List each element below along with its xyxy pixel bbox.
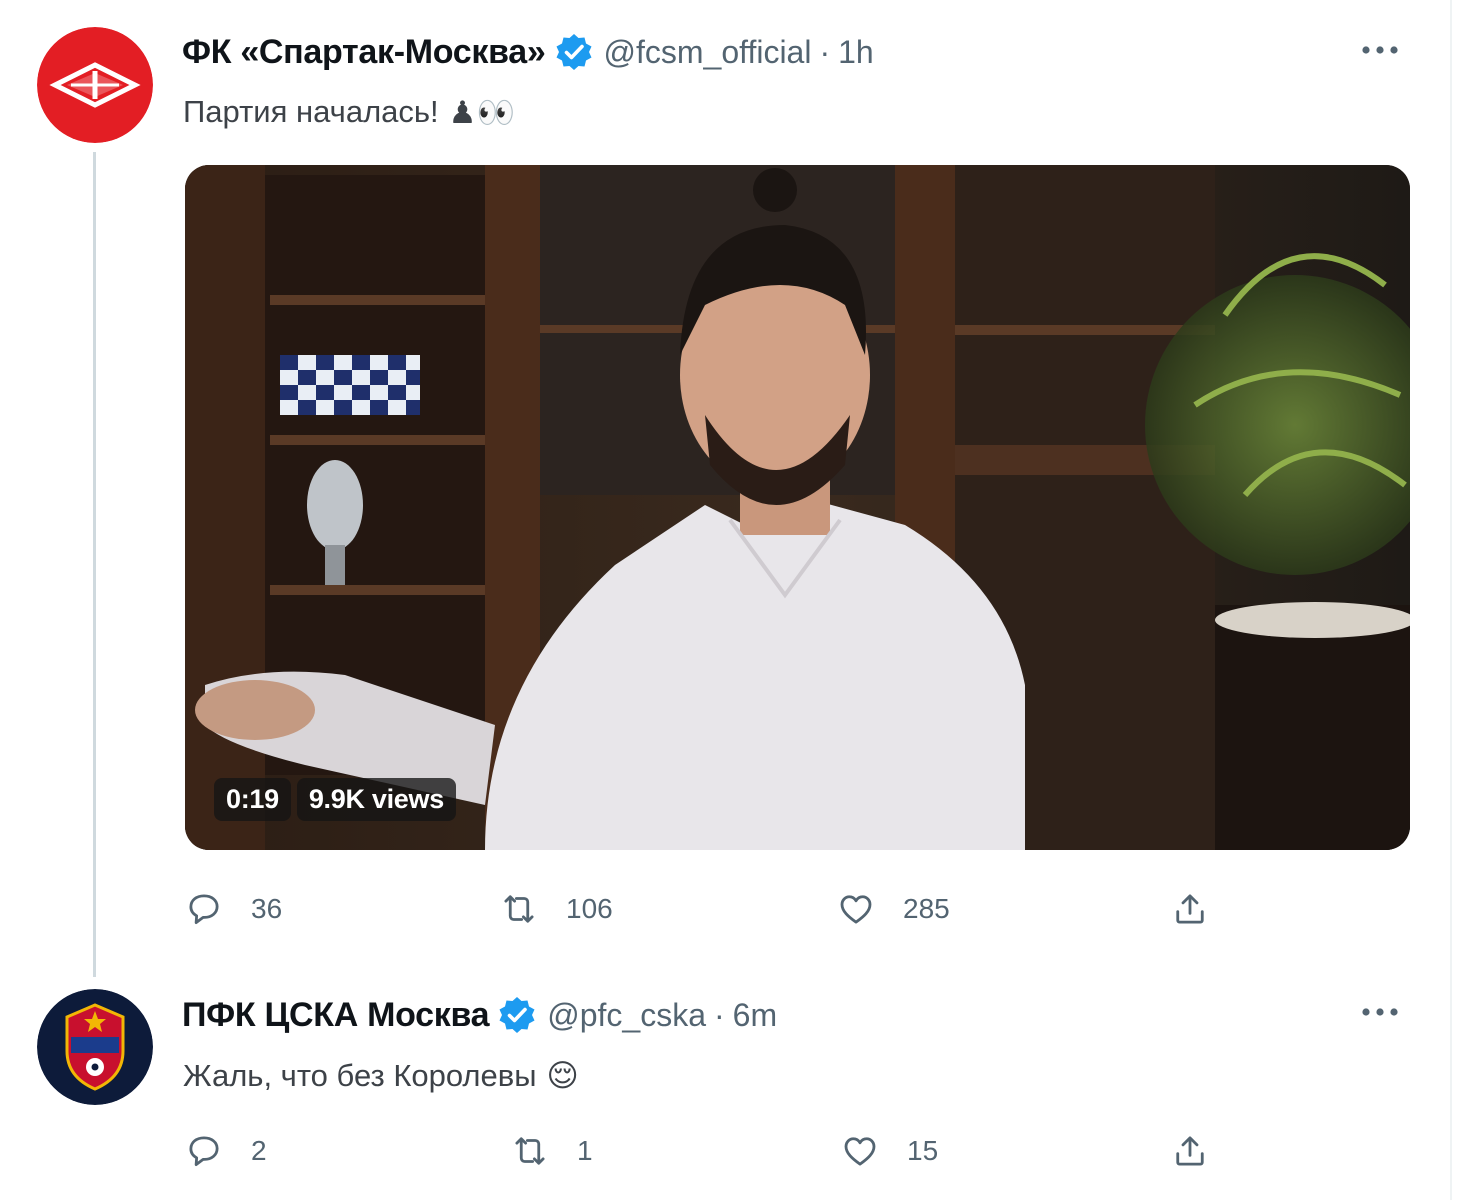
more-options-button[interactable] — [1358, 28, 1402, 72]
tweet-text-content: Жаль, что без Королевы — [183, 1058, 537, 1093]
video-views: 9.9K views — [296, 777, 456, 821]
reply-icon — [189, 1136, 219, 1167]
share-button[interactable] — [1169, 1126, 1211, 1176]
more-icon — [1362, 46, 1398, 54]
like-button[interactable]: 15 — [839, 1126, 938, 1176]
display-name[interactable]: ФК «Спартак-Москва» — [182, 33, 546, 72]
separator-dot: · — [819, 33, 831, 70]
retweet-icon — [515, 1137, 545, 1165]
tweet-text-content: Партия началась! — [183, 94, 439, 129]
more-icon — [1362, 1008, 1398, 1016]
retweet-button[interactable]: 106 — [498, 884, 613, 934]
reply-icon — [189, 894, 219, 925]
share-icon — [1176, 894, 1204, 924]
reply-count: 2 — [251, 1135, 267, 1166]
avatar-spartak[interactable] — [37, 27, 153, 143]
more-options-button[interactable] — [1358, 990, 1402, 1034]
spartak-logo-icon — [37, 27, 153, 143]
like-icon — [844, 1137, 876, 1166]
cska-logo-icon — [37, 989, 153, 1105]
video-thumbnail — [185, 165, 1410, 850]
thread-connector-line — [93, 152, 96, 977]
share-button[interactable] — [1169, 884, 1211, 934]
video-duration: 0:19 — [214, 777, 291, 821]
chess-eyes-emoji: ♟👀 — [448, 94, 516, 130]
tweet-actions: 2 1 15 — [183, 1126, 1223, 1176]
tweet-text: Жаль, что без Королевы 😌 — [183, 1051, 579, 1101]
video-meta: 0:19 9.9K views — [214, 775, 456, 823]
timestamp[interactable]: 1h — [838, 34, 874, 71]
verified-badge-icon — [497, 995, 537, 1035]
share-icon — [1176, 1136, 1204, 1166]
display-name[interactable]: ПФК ЦСКА Москва — [182, 996, 490, 1035]
retweet-icon — [504, 895, 534, 923]
relieved-face-emoji: 😌 — [546, 1058, 579, 1093]
like-button[interactable]: 285 — [835, 884, 950, 934]
like-count: 285 — [903, 893, 950, 924]
retweet-button[interactable]: 1 — [509, 1126, 593, 1176]
handle[interactable]: @pfc_cska — [547, 997, 706, 1034]
retweet-count: 1 — [577, 1135, 593, 1166]
tweet-header: ФК «Спартак-Москва» @fcsm_official · 1h — [182, 24, 874, 80]
timeline-border — [1450, 0, 1452, 1200]
verified-badge-icon — [554, 32, 594, 72]
tweet-text: Партия началась! ♟👀 — [183, 88, 515, 136]
tweet-actions: 36 106 285 — [183, 884, 1223, 934]
like-count: 15 — [907, 1135, 939, 1166]
reply-button[interactable]: 2 — [183, 1126, 267, 1176]
reply-button[interactable]: 36 — [183, 884, 282, 934]
timestamp[interactable]: 6m — [733, 997, 777, 1034]
video-player[interactable] — [185, 165, 1410, 850]
like-icon — [840, 895, 872, 924]
separator-dot: · — [714, 996, 725, 1033]
retweet-count: 106 — [566, 893, 613, 924]
avatar-cska[interactable] — [37, 989, 153, 1105]
tweet-header: ПФК ЦСКА Москва @pfc_cska · 6m — [182, 987, 777, 1043]
handle[interactable]: @fcsm_official — [604, 34, 812, 71]
reply-count: 36 — [251, 893, 283, 924]
